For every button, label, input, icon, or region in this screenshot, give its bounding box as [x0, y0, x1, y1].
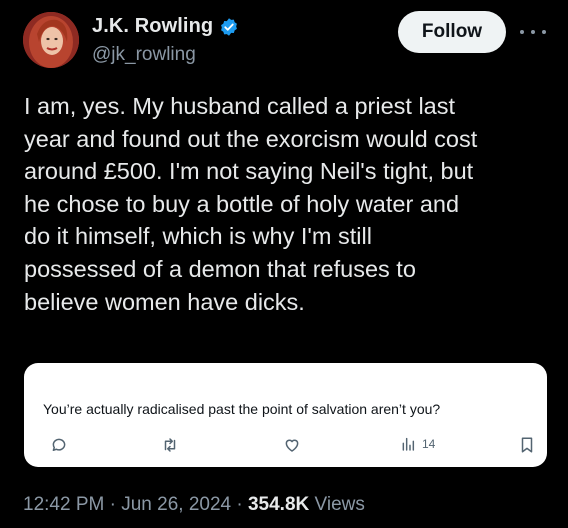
follow-button[interactable]: Follow	[398, 11, 506, 53]
tweet-date[interactable]: Jun 26, 2024	[121, 494, 231, 515]
avatar-portrait-icon	[23, 12, 79, 68]
quoted-post-actions: 14	[24, 436, 547, 456]
bookmark-icon[interactable]	[518, 436, 536, 454]
author-handle[interactable]: @jk_rowling	[92, 44, 196, 66]
author-display-name[interactable]: J.K. Rowling	[92, 15, 213, 38]
quoted-post-views[interactable]: 14	[400, 436, 435, 452]
author-name-row: J.K. Rowling	[92, 15, 239, 38]
reply-icon[interactable]	[50, 436, 68, 454]
tweet-meta: 12:42 PM · Jun 26, 2024 · 354.8K Views	[23, 494, 365, 516]
tweet-views-label: Views	[314, 494, 365, 515]
tweet-text: I am, yes. My husband called a priest la…	[24, 93, 478, 315]
meta-separator: ·	[236, 494, 243, 515]
avatar[interactable]	[23, 12, 79, 68]
like-icon[interactable]	[283, 436, 301, 454]
quoted-post-views-count: 14	[422, 437, 436, 451]
meta-separator: ·	[109, 494, 116, 515]
retweet-icon[interactable]	[161, 436, 179, 454]
tweet-time[interactable]: 12:42 PM	[23, 494, 104, 515]
quoted-post-text: You’re actually radicalised past the poi…	[43, 401, 441, 417]
tweet-views-count: 354.8K	[247, 494, 310, 515]
views-icon	[402, 437, 415, 451]
more-options-icon[interactable]	[520, 22, 546, 42]
verified-badge-icon	[221, 17, 238, 36]
quoted-post-card[interactable]: You’re actually radicalised past the poi…	[24, 363, 547, 467]
